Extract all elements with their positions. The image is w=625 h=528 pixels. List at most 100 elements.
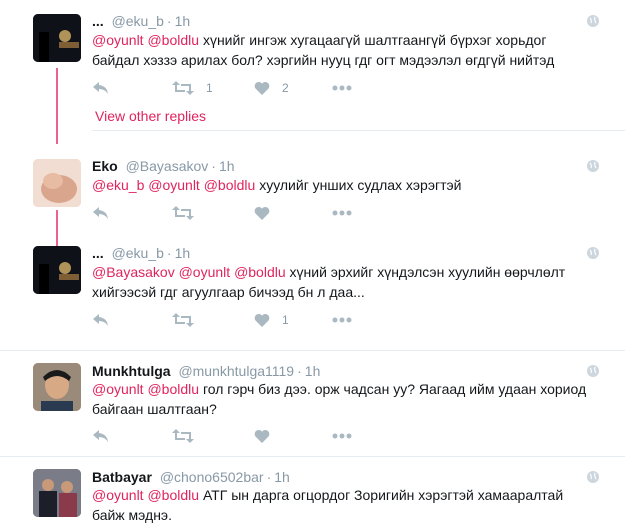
avatar[interactable]: [33, 469, 81, 517]
like-count: 1: [282, 313, 289, 327]
tweet-text-line: байдал хэззэ арилах бол? хэргийн нууц гд…: [92, 52, 555, 68]
tweet-text: @eku_b @oyunlt @boldlu хуулийг унших суд…: [92, 175, 592, 195]
tweet-4: Munkhtulga @munkhtulga1119 · 1h @oyunlt @b…: [0, 351, 625, 456]
tweet-text-line: байгаан шалтгаан?: [92, 401, 217, 417]
avatar[interactable]: [33, 246, 81, 294]
retweet-icon: [172, 81, 194, 95]
separator-dot: ·: [166, 245, 172, 261]
avatar[interactable]: [33, 363, 81, 411]
reply-button[interactable]: [92, 203, 110, 223]
timestamp[interactable]: 1h: [305, 363, 321, 379]
mention-link[interactable]: @eku_b: [92, 177, 144, 193]
globe-icon: [587, 247, 599, 259]
mention-link[interactable]: @boldlu: [234, 264, 286, 280]
mention-link[interactable]: @boldlu: [147, 32, 199, 48]
mention-link[interactable]: @boldlu: [147, 381, 199, 397]
reply-button[interactable]: [92, 78, 110, 98]
timestamp[interactable]: 1h: [175, 13, 191, 29]
tweet-text: @Bayasakov @oyunlt @boldlu хүний эрхийг …: [92, 262, 592, 302]
avatar[interactable]: [33, 14, 81, 62]
tweet-header: Eko @Bayasakov · 1h: [92, 157, 235, 175]
tweet-actions: [92, 426, 372, 446]
separator-dot: ·: [297, 363, 302, 379]
user-handle[interactable]: @Bayasakov: [126, 158, 209, 174]
more-dots-icon: [332, 210, 352, 216]
tweet-actions: 1 2: [92, 78, 372, 98]
retweet-icon: [172, 206, 194, 220]
reply-icon: [93, 207, 108, 219]
retweet-button[interactable]: [172, 310, 194, 330]
reply-icon: [93, 314, 108, 326]
more-button[interactable]: [332, 426, 352, 446]
tweet-text-line: хүний эрхийг хүндэлсэн хуулийн өөрчлөлт: [289, 264, 566, 280]
tweet-1: ... @eku_b · 1h @oyunlt @boldlu хүнийг инг…: [0, 0, 625, 130]
mention-link[interactable]: @oyunlt: [179, 264, 231, 280]
display-name[interactable]: ...: [92, 13, 104, 29]
retweet-icon: [172, 429, 194, 443]
retweet-button[interactable]: [172, 426, 194, 446]
reply-button[interactable]: [92, 310, 110, 330]
retweet-button[interactable]: [172, 203, 194, 223]
like-button[interactable]: 1: [254, 310, 289, 330]
tweet-actions: [92, 203, 372, 223]
retweet-icon: [172, 313, 194, 327]
tweet-text-line: хүнийг ингэж хугацаагүй шалтгаангүй бүрх…: [202, 32, 547, 48]
more-button[interactable]: [332, 78, 352, 98]
tweet-2: Eko @Bayasakov · 1h @eku_b @oyunlt @boldlu…: [0, 131, 625, 231]
display-name[interactable]: Batbayar: [92, 469, 152, 485]
tweet-text-line: байж мэднэ.: [92, 507, 172, 523]
heart-icon: [254, 429, 270, 443]
user-handle[interactable]: @munkhtulga1119: [178, 363, 294, 379]
like-button[interactable]: 2: [254, 78, 289, 98]
user-handle[interactable]: @chono6502bar: [160, 469, 264, 485]
mention-link[interactable]: @boldlu: [147, 487, 199, 503]
mention-link[interactable]: @boldlu: [204, 177, 256, 193]
like-button[interactable]: [254, 426, 270, 446]
tweet-header: ... @eku_b · 1h: [92, 12, 190, 30]
tweet-text-line: гол гэрч биз дээ. орж чадсан уу? Яагаад …: [202, 381, 587, 397]
mention-link[interactable]: @oyunlt: [92, 381, 144, 397]
display-name[interactable]: ...: [92, 245, 104, 261]
like-count: 2: [282, 81, 289, 95]
retweet-button[interactable]: 1: [172, 78, 213, 98]
tweet-actions: 1: [92, 310, 372, 330]
more-button[interactable]: [332, 310, 352, 330]
user-handle[interactable]: @eku_b: [112, 245, 164, 261]
timestamp[interactable]: 1h: [274, 469, 290, 485]
display-name[interactable]: Eko: [92, 158, 118, 174]
more-dots-icon: [332, 433, 352, 439]
tweet-3: ... @eku_b · 1h @Bayasakov @oyunlt @boldlu…: [0, 232, 625, 348]
mention-link[interactable]: @oyunlt: [92, 487, 144, 503]
globe-icon: [587, 15, 599, 27]
mention-link[interactable]: @Bayasakov: [92, 264, 175, 280]
timestamp[interactable]: 1h: [219, 158, 235, 174]
mention-link[interactable]: @oyunlt: [92, 32, 144, 48]
timestamp[interactable]: 1h: [175, 245, 191, 261]
tweet-text-line: хийгээсэй гдг агуулгаар бичээд бн л даа.…: [92, 284, 365, 300]
tweet-header: ... @eku_b · 1h: [92, 244, 190, 262]
tweet-text: @oyunlt @boldlu АТГ ын дарга огцордог Зо…: [92, 485, 592, 525]
avatar[interactable]: [33, 159, 81, 207]
more-dots-icon: [332, 317, 352, 323]
tweet-5: Batbayar @chono6502bar · 1h @oyunlt @boldl…: [0, 457, 625, 528]
separator-dot: ·: [211, 158, 216, 174]
display-name[interactable]: Munkhtulga: [92, 363, 171, 379]
more-button[interactable]: [332, 203, 352, 223]
tweet-text-line: АТГ ын дарга огцордог Зоригийн хэрэгтэй …: [202, 487, 564, 503]
mention-link[interactable]: @oyunlt: [148, 177, 200, 193]
tweet-header: Batbayar @chono6502bar · 1h: [92, 468, 290, 486]
reply-icon: [93, 430, 108, 442]
tweet-text: @oyunlt @boldlu гол гэрч биз дээ. орж ча…: [92, 379, 592, 419]
reply-icon: [93, 82, 108, 94]
user-handle[interactable]: @eku_b: [112, 13, 164, 29]
tweet-header: Munkhtulga @munkhtulga1119 · 1h: [92, 362, 320, 380]
view-other-replies-link[interactable]: View other replies: [95, 107, 206, 125]
heart-icon: [254, 206, 270, 220]
tweet-text-line: хуулийг унших судлах хэрэгтэй: [259, 177, 462, 193]
heart-icon: [254, 313, 270, 327]
like-button[interactable]: [254, 203, 270, 223]
globe-icon: [587, 160, 599, 172]
heart-icon: [254, 81, 270, 95]
reply-button[interactable]: [92, 426, 110, 446]
retweet-count: 1: [206, 81, 213, 95]
